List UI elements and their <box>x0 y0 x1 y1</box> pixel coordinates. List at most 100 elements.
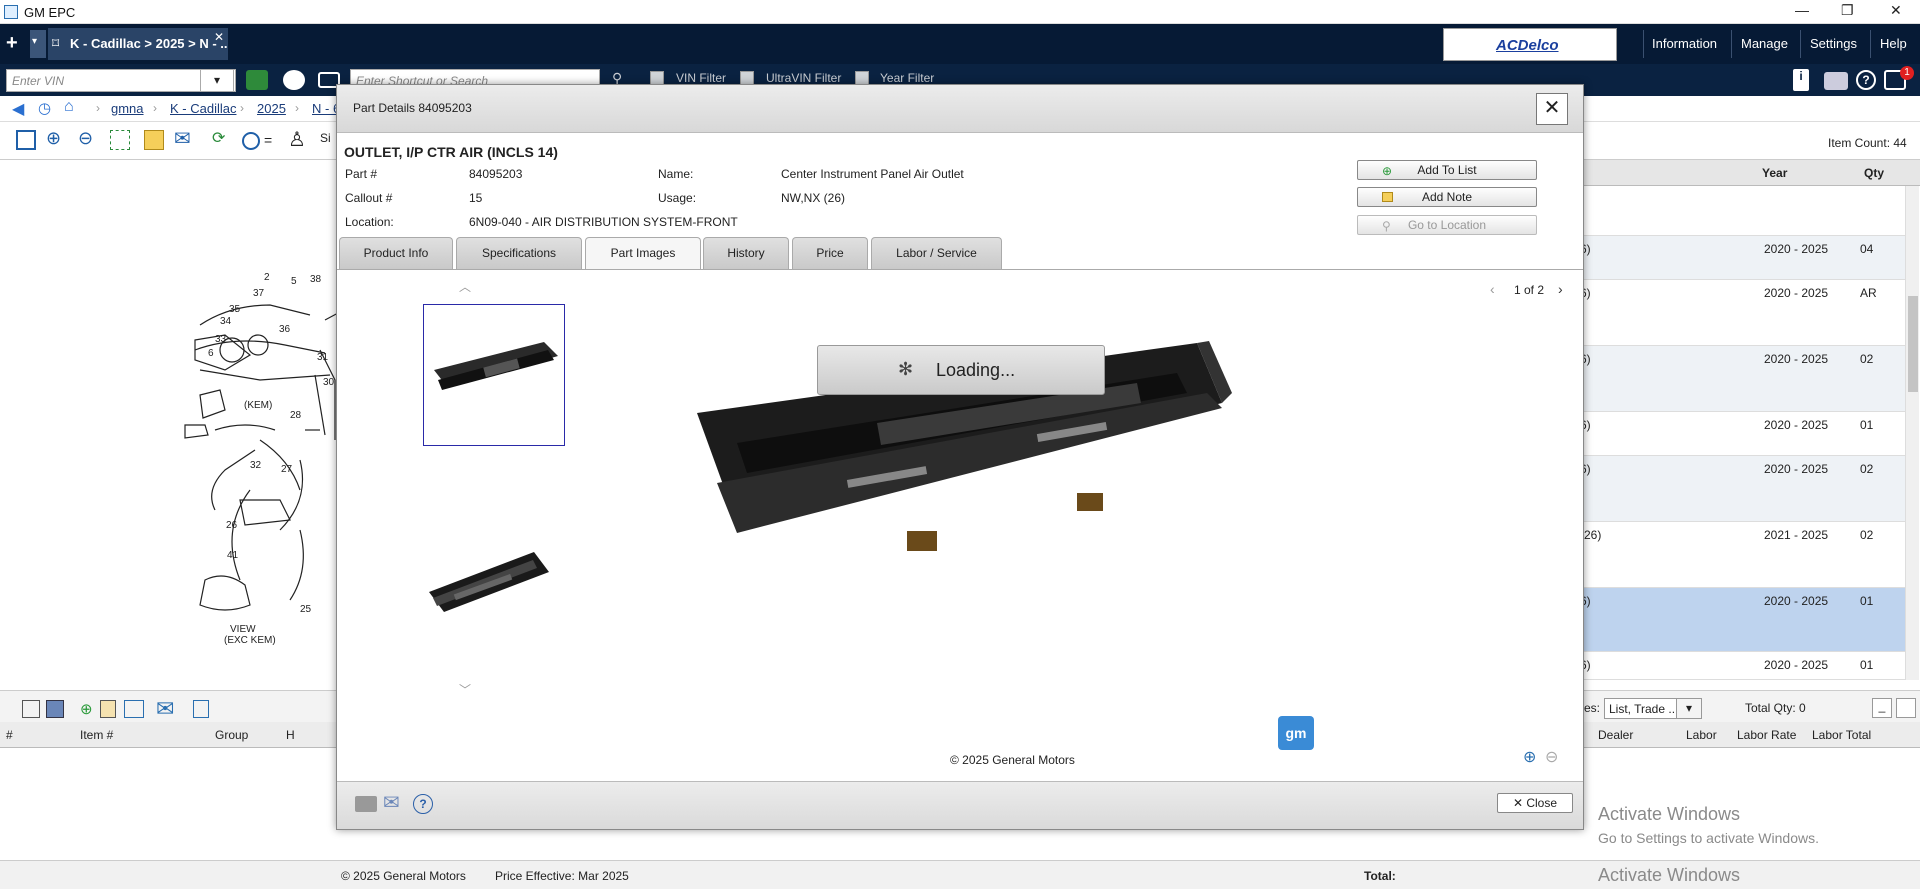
chevron-down-icon[interactable]: ▾ <box>1676 698 1702 719</box>
thumbnail-1[interactable] <box>423 304 565 446</box>
note-icon <box>1382 192 1393 202</box>
exploded-diagram[interactable]: 2 5 37 38 35 36 34 33 31 6 (KEM) 28 30 3… <box>0 160 341 680</box>
back-icon[interactable]: ◀ <box>12 99 24 119</box>
acdelco-logo[interactable]: ACDelco <box>1443 28 1617 61</box>
email-icon[interactable]: ✉ <box>174 126 191 151</box>
go-to-location-button[interactable]: ⚲ Go to Location <box>1357 215 1537 235</box>
menu-help[interactable]: Help <box>1880 36 1907 51</box>
table-row[interactable]: 6) 2020 - 2025 02 <box>1580 456 1905 522</box>
table-row-selected[interactable]: 6) 2020 - 2025 01 <box>1580 588 1905 652</box>
chevron-down-icon[interactable]: ﹀ <box>459 681 471 698</box>
email-icon[interactable]: ✉ <box>383 790 400 815</box>
calculator-icon[interactable] <box>193 700 209 718</box>
zoom-out-icon[interactable]: ⊖ <box>78 128 93 149</box>
tab-specifications[interactable]: Specifications <box>456 237 582 269</box>
table-row[interactable]: 6) 2020 - 2025 02 <box>1580 346 1905 412</box>
location-label: Location: <box>345 215 394 229</box>
table-row[interactable]: 6) 2020 - 2025 AR <box>1580 280 1905 346</box>
clipboard-delete-icon[interactable] <box>100 700 116 718</box>
dashboard-icon[interactable] <box>283 70 305 90</box>
zoom-in-icon[interactable]: ⊕ <box>46 128 61 149</box>
table-row[interactable]: 6) 2020 - 2025 04 <box>1580 236 1905 280</box>
col-h: H <box>286 728 295 742</box>
close-window-icon[interactable]: ✕ <box>1890 2 1902 19</box>
email-list-icon[interactable]: ✉ <box>156 696 174 722</box>
dialog-close-icon[interactable]: ✕ <box>1536 93 1568 125</box>
table-row[interactable] <box>1580 186 1905 236</box>
vin-dropdown-icon[interactable]: ▾ <box>200 69 234 92</box>
grid-scrollbar[interactable] <box>1905 186 1919 680</box>
zoom-in-icon[interactable]: ⊕ <box>1523 747 1536 767</box>
tab-price[interactable]: Price <box>792 237 868 269</box>
print-icon[interactable] <box>355 796 377 812</box>
minimize-panel-icon[interactable]: _ <box>1872 698 1892 718</box>
row-year: 2020 - 2025 <box>1764 286 1829 300</box>
svg-text:25: 25 <box>300 604 312 615</box>
add-to-list-button[interactable]: ⊕ Add To List <box>1357 160 1537 180</box>
search-icon: ⚲ <box>1382 219 1391 233</box>
tab-dropdown-icon[interactable]: ▾ <box>30 30 46 58</box>
person-icon[interactable]: ♙ <box>288 127 306 152</box>
table-row[interactable]: (26) 2021 - 2025 02 <box>1580 522 1905 588</box>
svg-text:28: 28 <box>290 410 302 421</box>
tab-labor-service[interactable]: Labor / Service <box>871 237 1002 269</box>
bookmark-icon[interactable]: ⌑ <box>52 35 59 52</box>
breadcrumb-year[interactable]: 2025 <box>257 101 286 116</box>
breadcrumb-make[interactable]: K - Cadillac <box>170 101 236 116</box>
vin-placeholder: Enter VIN <box>12 74 65 88</box>
restore-icon[interactable]: ❐ <box>1841 2 1854 19</box>
brand-label: ACDelco <box>1496 37 1559 54</box>
menu-manage[interactable]: Manage <box>1741 36 1788 51</box>
zoom-out-icon[interactable]: ⊖ <box>1545 747 1558 767</box>
close-button[interactable]: ✕ Close <box>1497 793 1573 813</box>
history-icon[interactable]: ◷ <box>38 99 51 117</box>
notes-icon[interactable] <box>144 130 164 150</box>
next-image-icon[interactable]: › <box>1558 281 1563 297</box>
print-icon[interactable] <box>1824 72 1848 90</box>
new-tab-icon[interactable]: + <box>6 32 18 55</box>
minimize-icon[interactable]: — <box>1795 2 1809 18</box>
year-filter-checkbox[interactable] <box>855 71 869 85</box>
toolbar-cut-text: Si <box>320 131 331 145</box>
part-heading: OUTLET, I/P CTR AIR (INCLS 14) <box>344 144 558 160</box>
row-year: 2020 - 2025 <box>1764 352 1829 366</box>
chevron-right-icon: › <box>240 101 244 115</box>
tab-history[interactable]: History <box>703 237 789 269</box>
maximize-panel-icon[interactable] <box>1896 698 1916 718</box>
save-icon[interactable] <box>46 700 64 718</box>
breadcrumb-gmna[interactable]: gmna <box>111 101 144 116</box>
menu-settings[interactable]: Settings <box>1810 36 1857 51</box>
scrollbar-thumb[interactable] <box>1908 296 1918 392</box>
vin-filter-checkbox[interactable] <box>650 71 664 85</box>
tab-product-info[interactable]: Product Info <box>339 237 453 269</box>
tab-part-images[interactable]: Part Images <box>585 237 701 269</box>
tab-close-icon[interactable]: ✕ <box>214 30 224 44</box>
thumbnail-1-image <box>434 342 558 390</box>
row-qty: 04 <box>1860 242 1874 256</box>
menu-information[interactable]: Information <box>1652 36 1717 51</box>
info-icon[interactable]: i <box>1793 69 1809 91</box>
circle-tool-icon[interactable] <box>242 132 260 150</box>
chevron-right-icon: › <box>153 101 157 115</box>
add-icon[interactable]: ⊕ <box>80 700 93 718</box>
ultravin-filter-checkbox[interactable] <box>740 71 754 85</box>
help-icon[interactable]: ? <box>413 794 433 814</box>
add-note-button[interactable]: Add Note <box>1357 187 1537 207</box>
chevron-up-icon[interactable]: ︿ <box>459 278 471 295</box>
table-row[interactable]: 6) 2020 - 2025 01 <box>1580 652 1905 680</box>
help-icon[interactable]: ? <box>1856 70 1876 90</box>
select-area-icon[interactable] <box>110 130 130 150</box>
home-icon[interactable]: ⌂ <box>64 98 74 116</box>
col-labor-total: Labor Total <box>1812 728 1872 742</box>
table-row[interactable]: 6) 2020 - 2025 01 <box>1580 412 1905 456</box>
prev-image-icon[interactable]: ‹ <box>1490 281 1495 297</box>
vehicle-icon[interactable] <box>246 70 268 90</box>
thumbnail-2[interactable] <box>423 502 565 644</box>
add-note-label: Add Note <box>1421 190 1473 204</box>
copy-icon[interactable] <box>124 700 144 718</box>
tab-current-vehicle[interactable]: K - Cadillac > 2025 > N - ... <box>48 28 228 60</box>
fit-icon[interactable] <box>16 130 36 150</box>
activate-windows-title: Activate Windows <box>1598 804 1741 824</box>
edit-list-icon[interactable] <box>22 700 40 718</box>
refresh-icon[interactable]: ⟳ <box>212 128 225 148</box>
